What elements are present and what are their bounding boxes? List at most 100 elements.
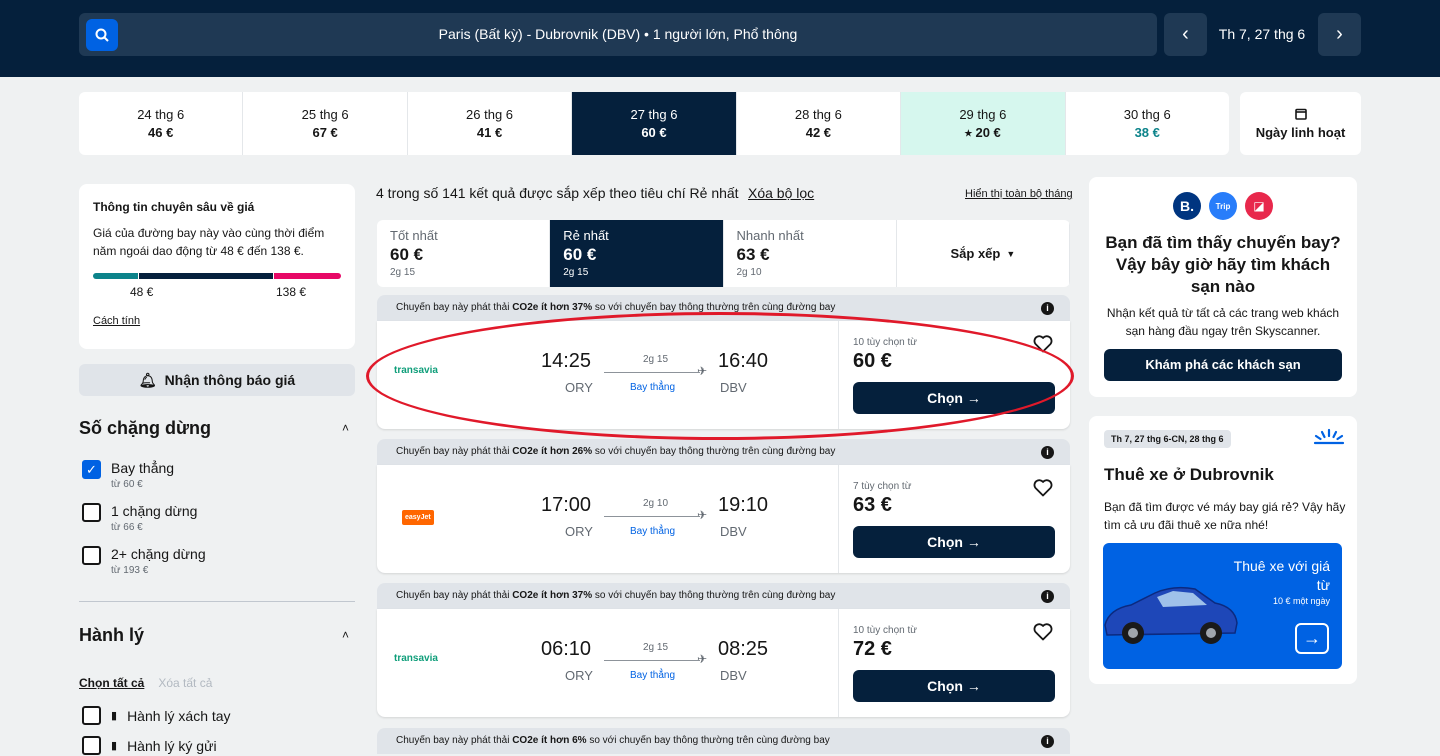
results-count: 4 trong số 141 kết quả được sắp xếp theo… (376, 185, 739, 201)
date-cell[interactable]: 26 thg 6 41 € (408, 92, 573, 155)
chevron-right-icon[interactable]: › (1318, 13, 1361, 56)
how-calculated-link[interactable]: Cách tính (93, 315, 140, 327)
search-summary-box[interactable]: Paris (Bất kỳ) - Dubrovnik (DBV) • 1 ngư… (79, 13, 1157, 56)
sort-label: Sắp xếp (950, 246, 1001, 261)
price-alert-button[interactable]: 🔔︎ Nhận thông báo giá (79, 364, 355, 396)
flight-card[interactable]: Chuyến bay này phát thải CO2e ít hơn 37%… (377, 583, 1070, 717)
eco-banner: Chuyến bay này phát thải CO2e ít hơn 26%… (377, 439, 1070, 465)
checkbox[interactable] (82, 736, 101, 755)
explore-hotels-button[interactable]: Khám phá các khách sạn (1104, 349, 1342, 381)
baggage-option-cabin[interactable]: ▮ Hành lý xách tay (82, 706, 231, 725)
heart-icon[interactable] (1033, 623, 1053, 646)
option-price: từ 193 € (111, 565, 149, 576)
car-ad-text: Bạn đã tìm được vé máy bay giá rẻ? Vậy h… (1104, 500, 1346, 532)
tab-best[interactable]: Tốt nhất 60 € 2g 15 (377, 220, 551, 287)
price-insight-card: Thông tin chuyên sâu về giá Giá của đườn… (79, 184, 355, 349)
plane-icon: ✈ (697, 508, 708, 522)
select-all-link[interactable]: Chọn tất cả (79, 676, 144, 690)
date-label: 27 thg 6 (630, 107, 678, 122)
date-label: 26 thg 6 (466, 107, 514, 122)
clear-all-link[interactable]: Xóa tất cả (158, 676, 212, 690)
car-promo-price: 10 € một ngày (1272, 596, 1330, 606)
airline-logo: easyJet (402, 510, 434, 525)
checkbox-checked[interactable]: ✓ (82, 460, 101, 479)
heart-icon[interactable] (1033, 479, 1053, 502)
info-icon[interactable]: i (1041, 590, 1054, 603)
car-rental-card[interactable]: Th 7, 27 thg 6-CN, 28 thg 6 Thuê xe ở Du… (1089, 416, 1357, 684)
route-line (604, 660, 700, 661)
tab-fastest[interactable]: Nhanh nhất 63 € 2g 10 (724, 220, 897, 287)
airline-logo: transavia (394, 365, 438, 376)
search-summary[interactable]: Paris (Bất kỳ) - Dubrovnik (DBV) • 1 ngư… (79, 13, 1157, 56)
checkbox[interactable] (82, 706, 101, 725)
select-button[interactable]: Chọn → (853, 670, 1055, 702)
sort-dropdown[interactable]: Sắp xếp ▼ (897, 220, 1070, 287)
checkbox[interactable] (82, 503, 101, 522)
hotel-ad-text: Nhận kết quả từ tất cả các trang web khá… (1106, 306, 1340, 338)
baggage-filter-title[interactable]: Hành lý (79, 625, 144, 646)
bell-icon: 🔔︎ (138, 371, 157, 388)
route-line (604, 372, 700, 373)
date-price: 38 € (1134, 125, 1160, 140)
plane-icon: ✈ (697, 364, 708, 378)
arrival-airport: DBV (720, 380, 747, 395)
stops-label: Bay thẳng (630, 382, 676, 393)
tab-price: 63 € (736, 245, 770, 264)
divider (79, 601, 355, 602)
heart-icon[interactable] (1033, 335, 1053, 358)
chevron-up-icon[interactable]: ˄ (342, 628, 349, 642)
divider (838, 609, 839, 717)
arrival-airport: DBV (720, 668, 747, 683)
deals-count: 10 tùy chọn từ (853, 625, 917, 636)
info-icon[interactable]: i (1041, 302, 1054, 315)
chevron-up-icon[interactable]: ˄ (342, 421, 349, 435)
date-cell-cheapest[interactable]: 29 thg 6 ⭑ 20 € (901, 92, 1066, 155)
option-label: Hành lý xách tay (127, 707, 231, 724)
departure-time: 06:10 (541, 638, 592, 660)
date-strip: 24 thg 6 46 € 25 thg 6 67 € 26 thg 6 41 € 2… (79, 92, 1229, 155)
search-icon[interactable] (86, 19, 118, 51)
baggage-links: Chọn tất cả Xóa tất cả (79, 676, 212, 690)
flight-card[interactable]: Chuyến bay này phát thải CO2e ít hơn 37%… (377, 295, 1070, 429)
flexible-date-button[interactable]: Ngày linh hoạt (1240, 92, 1361, 155)
divider (838, 321, 839, 429)
car-promo-title: Thuê xe với giá từ (1233, 558, 1330, 593)
date-cell-selected[interactable]: 27 thg 6 60 € (572, 92, 737, 155)
select-button[interactable]: Chọn → (853, 382, 1055, 414)
date-cell[interactable]: 30 thg 6 38 € (1066, 92, 1229, 155)
stops-filter-title[interactable]: Số chặng dừng (79, 418, 211, 439)
deals-count: 10 tùy chọn từ (853, 337, 917, 348)
option-label: Bay thẳng (111, 460, 175, 476)
stop-option-two-plus[interactable]: 2+ chặng dừng từ 193 € (82, 546, 206, 576)
baggage-option-checked[interactable]: ▮ Hành lý ký gửi (82, 736, 217, 755)
stop-option-direct[interactable]: ✓ Bay thẳng từ 60 € (82, 460, 174, 490)
date-cell[interactable]: 28 thg 6 42 € (737, 92, 902, 155)
flight-card[interactable]: Chuyến bay này phát thải CO2e ít hơn 26%… (377, 439, 1070, 573)
car-promo-banner[interactable]: Thuê xe với giá từ 10 € một ngày → (1103, 543, 1342, 669)
clear-filters-link[interactable]: Xóa bộ lọc (748, 185, 814, 201)
eco-banner: Chuyến bay này phát thải CO2e ít hơn 6% … (377, 728, 1070, 754)
date-cell[interactable]: 25 thg 6 67 € (243, 92, 408, 155)
departure-airport: ORY (565, 524, 593, 539)
selected-date[interactable]: Th 7, 27 thg 6 (1212, 13, 1312, 56)
arrow-right-icon[interactable]: → (1295, 623, 1329, 654)
date-price: 46 € (148, 125, 174, 140)
insight-title: Thông tin chuyên sâu về giá (93, 200, 255, 214)
select-button[interactable]: Chọn → (853, 526, 1055, 558)
date-cell[interactable]: 24 thg 6 46 € (79, 92, 244, 155)
stop-option-one[interactable]: 1 chặng dừng từ 66 € (82, 503, 197, 533)
info-icon[interactable]: i (1041, 446, 1054, 459)
chevron-left-icon[interactable]: ‹ (1164, 13, 1207, 56)
tab-cheapest[interactable]: Rẻ nhất 60 € 2g 15 (550, 220, 724, 287)
tab-title: Tốt nhất (390, 228, 438, 243)
arrival-time: 16:40 (718, 350, 769, 372)
info-icon[interactable]: i (1041, 735, 1054, 748)
tab-price: 60 € (563, 245, 597, 264)
flight-duration: 2g 15 (643, 354, 669, 365)
calendar-icon (1294, 108, 1307, 120)
show-month-link[interactable]: Hiển thị toàn bộ tháng (965, 188, 1073, 200)
checkbox[interactable] (82, 546, 101, 565)
flight-price: 63 € (853, 494, 892, 516)
flight-card[interactable]: Chuyến bay này phát thải CO2e ít hơn 6% … (377, 728, 1070, 754)
date-label: 29 thg 6 (959, 106, 1007, 122)
